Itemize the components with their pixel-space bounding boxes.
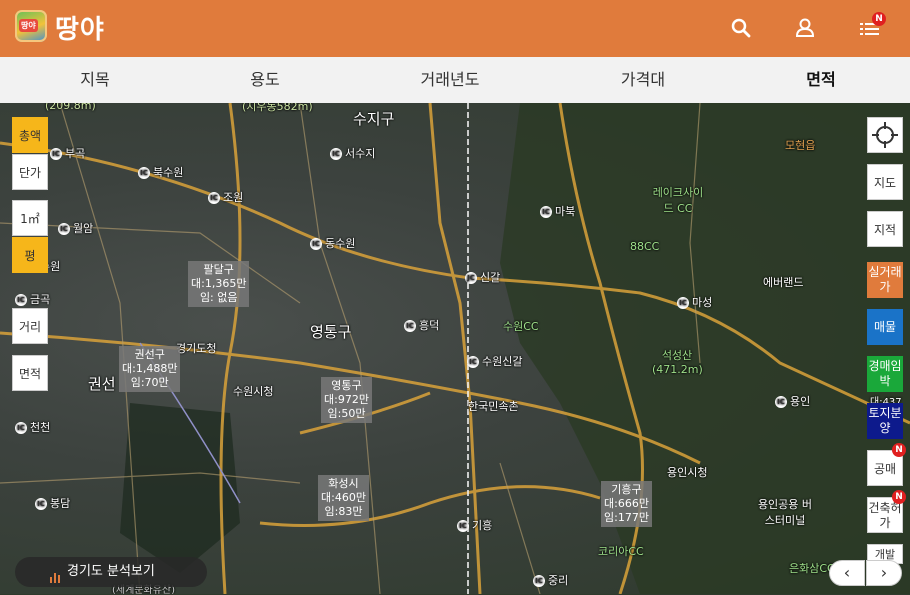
label-gwonseon: 권선 bbox=[88, 375, 116, 393]
region-yeongtong[interactable]: 영통구 대:972만 임:50만 bbox=[321, 377, 372, 423]
prev-button[interactable]: ‹ bbox=[829, 560, 865, 586]
label-mabuk: IC 마북 bbox=[540, 203, 575, 219]
public-auction-button[interactable]: 공매 N bbox=[867, 443, 906, 486]
label-buksuwon: IC 북수원 bbox=[138, 164, 183, 180]
label-suji: 수지구 bbox=[353, 110, 395, 128]
total-price-button[interactable]: 총액 bbox=[12, 117, 48, 153]
label-singal: JC 신갈 bbox=[465, 269, 500, 285]
notification-badge: N bbox=[872, 12, 886, 26]
next-button[interactable]: › bbox=[866, 560, 902, 586]
label-seosuji: IC 서수지 bbox=[330, 145, 375, 161]
label-suwonsicheong: 수원시청 bbox=[233, 385, 274, 398]
label-yongin-terminal: 용인공용 버스터미널 bbox=[757, 498, 813, 527]
label-elevation-a: (209.8m) bbox=[45, 103, 96, 112]
region-hwaseong[interactable]: 화성시 대:460만 임:83만 bbox=[318, 475, 369, 521]
actual-trade-button[interactable]: 실거래가 bbox=[867, 262, 903, 298]
label-yonginsicheong: 용인시청 bbox=[667, 466, 708, 479]
satellite-map[interactable]: 수지구 영통구 권선 모현읍 (209.8m) (지우동582m) IC 부곡 I… bbox=[0, 103, 910, 594]
label-suwonsingal: IC 수원신갈 bbox=[467, 353, 522, 369]
label-yeongtong: 영통구 bbox=[310, 323, 352, 341]
label-jowon: IC 조원 bbox=[208, 189, 243, 205]
label-88cc: 88CC bbox=[630, 240, 660, 253]
logo-text: 땅야 bbox=[19, 19, 38, 32]
label-suwoncc: 수원CC bbox=[503, 320, 539, 333]
area-measure-button[interactable]: 면적 bbox=[12, 355, 48, 391]
tab-land-category[interactable]: 지목 bbox=[30, 57, 160, 103]
public-auction-badge: N bbox=[892, 443, 906, 457]
label-masung: IC 마성 bbox=[677, 294, 712, 310]
building-permit-button[interactable]: 건축허가 N bbox=[867, 490, 906, 533]
label-heungdeok: IC 흥덕 bbox=[404, 317, 439, 333]
auction-soon-button[interactable]: 경매임박 bbox=[867, 356, 903, 392]
label-elevation-b: (지우동582m) bbox=[242, 103, 313, 113]
region-gwonseon[interactable]: 권선구 대:1,488만 임:70만 bbox=[119, 346, 181, 392]
label-eunhwasam: 은화삼CC bbox=[789, 562, 835, 575]
label-jungni: IC 중리 bbox=[533, 572, 568, 588]
tab-trade-year[interactable]: 거래년도 bbox=[385, 57, 515, 103]
tab-area[interactable]: 면적 bbox=[756, 57, 886, 103]
crosshair-icon bbox=[872, 122, 898, 148]
label-cheoncheon: IC 천천 bbox=[15, 419, 50, 435]
list-icon[interactable]: N bbox=[856, 12, 886, 42]
label-everland: 에버랜드 bbox=[763, 276, 804, 289]
cadastral-button[interactable]: 지적 bbox=[867, 211, 903, 247]
tab-zoning[interactable]: 용도 bbox=[200, 57, 330, 103]
tab-price-range[interactable]: 가격대 bbox=[578, 57, 708, 103]
building-permit-badge: N bbox=[892, 490, 906, 504]
app-header: 땅야 땅야 N bbox=[0, 0, 910, 57]
label-bugok: IC 부곡 bbox=[50, 145, 85, 161]
label-lakeside-cc: 레이크사이드 CC bbox=[652, 186, 704, 215]
region-paldal[interactable]: 팔달구 대:1,365만 임: 없음 bbox=[188, 261, 250, 307]
brand-name[interactable]: 땅야 bbox=[55, 9, 105, 46]
label-seoksungsan: 석성산 (471.2m) bbox=[652, 349, 703, 376]
search-icon[interactable] bbox=[727, 14, 755, 42]
label-bongdam: IC 봉담 bbox=[35, 495, 70, 511]
analyze-button[interactable]: 경기도 분석보기 bbox=[15, 557, 207, 587]
distance-button[interactable]: 거리 bbox=[12, 308, 48, 344]
sqm-button[interactable]: 1㎡ bbox=[12, 200, 48, 236]
label-dongsuwon: IC 동수원 bbox=[310, 235, 355, 251]
land-sale-button[interactable]: 토지분양 bbox=[867, 403, 903, 439]
region-giheung[interactable]: 기흥구 대:666만 임:177만 bbox=[601, 481, 652, 527]
label-koreacc: 코리아CC bbox=[598, 545, 644, 558]
locate-button[interactable] bbox=[867, 117, 903, 153]
app-logo[interactable]: 땅야 bbox=[15, 10, 47, 42]
listing-button[interactable]: 매물 bbox=[867, 309, 903, 345]
public-auction-label: 공매 bbox=[873, 462, 897, 476]
label-wolam: IC 월암 bbox=[58, 220, 93, 236]
label-geumgok: IC 금곡 bbox=[15, 291, 50, 307]
analyze-label: 경기도 분석보기 bbox=[67, 564, 155, 579]
label-giheung: IC 기흥 bbox=[457, 517, 492, 533]
label-yongin: IC 용인 bbox=[775, 393, 810, 409]
building-permit-label: 건축허가 bbox=[868, 501, 902, 530]
map-mode-button[interactable]: 지도 bbox=[867, 164, 903, 200]
label-moheon: 모현읍 bbox=[785, 139, 816, 152]
unit-price-button[interactable]: 단가 bbox=[12, 154, 48, 190]
label-gyeonggido: 경기도청 bbox=[176, 342, 217, 355]
pyeong-button[interactable]: 평 bbox=[12, 237, 48, 273]
label-korean-folk: 한국민속촌 bbox=[468, 400, 519, 413]
bar-chart-icon bbox=[49, 565, 61, 595]
filter-bar: 지목 용도 거래년도 가격대 면적 bbox=[0, 57, 910, 104]
user-icon[interactable] bbox=[791, 14, 819, 42]
